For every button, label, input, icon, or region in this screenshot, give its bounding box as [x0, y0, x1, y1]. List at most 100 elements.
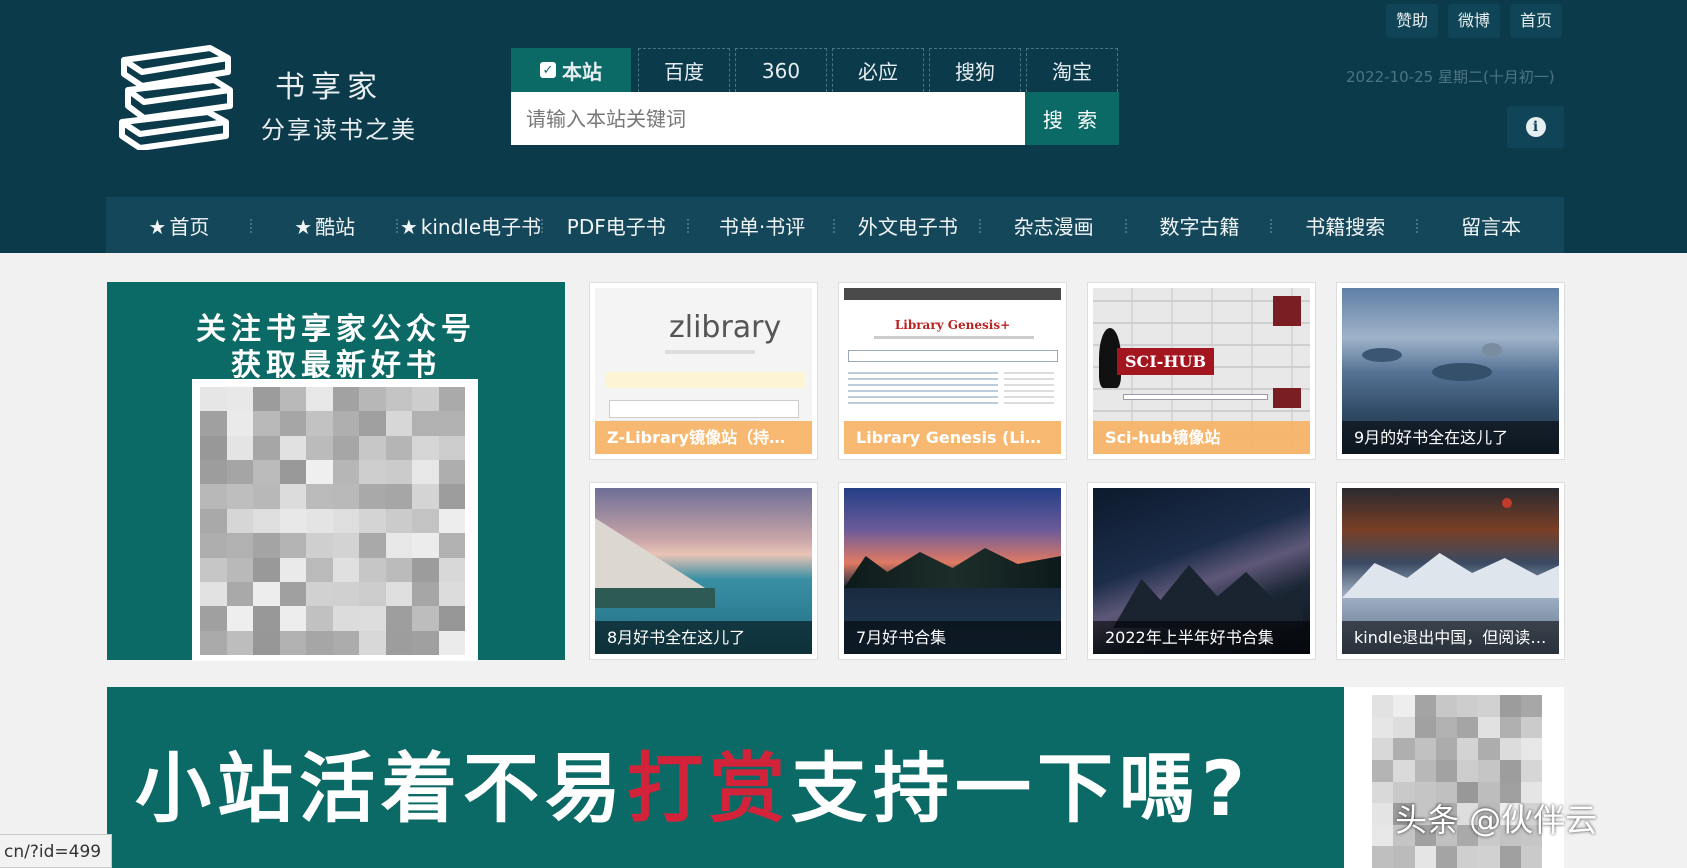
search-button[interactable]: 搜 索 — [1025, 92, 1119, 145]
card-caption: 7月好书合集 — [844, 621, 1061, 654]
qr-mosaic-cell — [1372, 759, 1394, 782]
qr-mosaic-cell — [412, 460, 439, 485]
nav-item-home[interactable]: ★ 首页 — [106, 211, 252, 240]
qr-mosaic-cell — [226, 508, 253, 534]
qr-mosaic-cell — [1414, 846, 1436, 868]
qr-mosaic-cell — [438, 533, 465, 558]
qr-mosaic-cell — [412, 411, 439, 436]
qr-mosaic-cell — [253, 508, 280, 534]
qr-mosaic-cell — [253, 411, 280, 436]
info-button[interactable]: i — [1507, 106, 1564, 148]
qr-mosaic-cell — [359, 387, 386, 412]
qr-mosaic-cell — [385, 557, 412, 582]
qr-code-image — [192, 379, 478, 661]
qr-mosaic-cell — [332, 630, 359, 655]
qr-mosaic-cell — [1478, 716, 1500, 739]
qr-mosaic-cell — [359, 460, 386, 485]
nav-item-booksearch[interactable]: 书籍搜索 — [1272, 211, 1418, 240]
site-header: 书享家 分享读书之美 赞助 微博 首页 2022-10-25 星期二(十月初一)… — [0, 0, 1687, 253]
banner-text-part2: 支持一下嗎? — [791, 744, 1252, 833]
qr-mosaic-cell — [412, 508, 439, 534]
qr-mosaic-cell — [279, 533, 306, 558]
nav-item-magazines[interactable]: 杂志漫画 — [981, 211, 1127, 240]
top-link-weibo[interactable]: 微博 — [1448, 4, 1501, 38]
qr-mosaic-cell — [412, 435, 439, 461]
search-tab-site[interactable]: ✓ 本站 — [511, 48, 631, 92]
card-caption: 2022年上半年好书合集 — [1093, 621, 1310, 654]
qr-mosaic-cell — [359, 508, 386, 534]
qr-mosaic-cell — [306, 557, 333, 582]
qr-mosaic-cell — [359, 411, 386, 436]
nav-item-pdf[interactable]: PDF电子书 — [543, 211, 689, 240]
qr-mosaic-cell — [226, 533, 253, 558]
qr-mosaic-cell — [226, 435, 253, 461]
qr-mosaic-cell — [306, 484, 333, 509]
donate-banner[interactable]: 小站活着不易打赏支持一下嗎? — [107, 687, 1564, 868]
qr-mosaic-cell — [306, 630, 333, 655]
star-icon: ★ — [294, 214, 313, 239]
qr-mosaic-cell — [1478, 846, 1500, 868]
top-link-sponsor[interactable]: 赞助 — [1386, 4, 1439, 38]
qr-mosaic-cell — [306, 387, 333, 412]
qr-mosaic-cell — [1393, 846, 1415, 868]
qr-mosaic-cell — [279, 581, 306, 607]
card-thumbnail: Library Genesis+ Library Genesis (Libgen… — [844, 288, 1061, 454]
nav-item-foreign[interactable]: 外文电子书 — [835, 211, 981, 240]
qr-mosaic-cell — [385, 484, 412, 509]
nav-item-coolsites[interactable]: ★ 酷站 — [252, 211, 398, 240]
qr-mosaic-cell — [332, 508, 359, 534]
qr-mosaic-cell — [226, 557, 253, 582]
qr-mosaic-cell — [253, 435, 280, 461]
qr-mosaic-cell — [438, 630, 465, 655]
books-logo-icon — [119, 45, 233, 150]
search-tab-bing[interactable]: 必应 — [832, 48, 924, 92]
card-thumbnail: 8月好书全在这儿了 — [595, 488, 812, 654]
site-name: 书享家 — [275, 70, 383, 105]
qr-mosaic-cell — [412, 630, 439, 655]
search-tab-taobao[interactable]: 淘宝 — [1026, 48, 1118, 92]
nav-item-ancient[interactable]: 数字古籍 — [1127, 211, 1273, 240]
site-slogan: 分享读书之美 — [261, 116, 417, 144]
card-september[interactable]: 9月的好书全在这儿了 — [1336, 282, 1565, 460]
search-tab-sogou[interactable]: 搜狗 — [929, 48, 1021, 92]
watermark: 头条 @伙伴云 — [1395, 801, 1598, 839]
nav-item-kindle[interactable]: ★ kindle电子书 — [398, 211, 544, 240]
banner-highlight: 打赏 — [627, 744, 791, 833]
card-august[interactable]: 8月好书全在这儿了 — [589, 482, 818, 660]
search-tab-baidu[interactable]: 百度 — [638, 48, 730, 92]
qr-mosaic-cell — [253, 606, 280, 631]
qr-mosaic-cell — [1520, 759, 1542, 782]
qr-mosaic-cell — [306, 533, 333, 558]
nav-label: kindle电子书 — [420, 214, 542, 239]
qr-mosaic-cell — [279, 606, 306, 631]
site-logo[interactable]: 书享家 分享读书之美 — [118, 44, 418, 150]
card-kindle[interactable]: kindle退出中国，但阅读永不停止 — [1336, 482, 1565, 660]
card-caption: Sci-hub镜像站 — [1093, 421, 1310, 454]
card-scihub[interactable]: SCI-HUB Sci-hub镜像站 — [1087, 282, 1316, 460]
qr-mosaic-cell — [253, 630, 280, 655]
libgen-logo-text: Library Genesis+ — [894, 318, 1011, 332]
card-caption: kindle退出中国，但阅读永不停止 — [1342, 621, 1559, 654]
card-thumbnail: kindle退出中国，但阅读永不停止 — [1342, 488, 1559, 654]
nav-item-booklists[interactable]: 书单·书评 — [689, 211, 835, 240]
top-link-home[interactable]: 首页 — [1510, 4, 1563, 38]
qr-mosaic-cell — [200, 484, 227, 509]
search-input[interactable] — [511, 92, 1025, 145]
card-july[interactable]: 7月好书合集 — [838, 482, 1067, 660]
qr-mosaic-cell — [226, 411, 253, 436]
qr-mosaic-cell — [279, 435, 306, 461]
qr-mosaic-cell — [1520, 846, 1542, 868]
card-zlibrary[interactable]: zlibrary Z-Library镜像站（持续更新） — [589, 282, 818, 460]
card-2022h1[interactable]: 2022年上半年好书合集 — [1087, 482, 1316, 660]
donate-banner-text: 小站活着不易打赏支持一下嗎? — [135, 727, 1251, 837]
qr-mosaic-cell — [438, 581, 465, 607]
qr-mosaic-cell — [385, 460, 412, 485]
search-tab-360[interactable]: 360 — [735, 48, 827, 92]
qr-mosaic-cell — [279, 630, 306, 655]
qr-mosaic-cell — [332, 387, 359, 412]
nav-item-guestbook[interactable]: 留言本 — [1418, 211, 1564, 240]
qr-mosaic-cell — [1457, 738, 1479, 760]
qr-mosaic-cell — [1499, 695, 1521, 717]
qr-mosaic-cell — [385, 411, 412, 436]
card-libgen[interactable]: Library Genesis+ Library Genesis (Libgen… — [838, 282, 1067, 460]
